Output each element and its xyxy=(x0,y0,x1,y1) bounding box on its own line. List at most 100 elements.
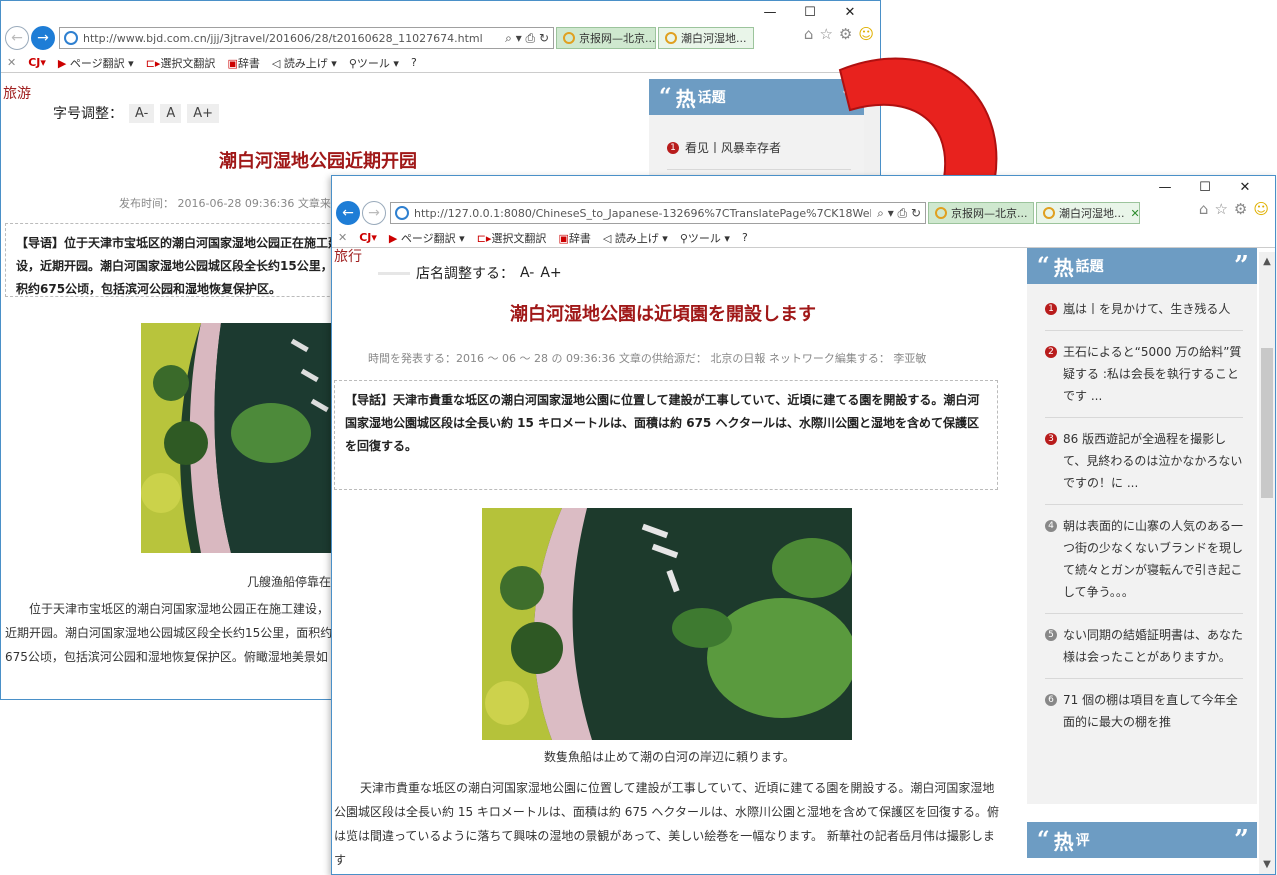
close-bar-icon[interactable]: ✕ xyxy=(338,231,347,244)
font-adjust-label: 字号调整： xyxy=(53,106,123,122)
section-tag[interactable]: 旅游 xyxy=(3,83,31,103)
address-bar[interactable]: http://www.bjd.com.cn/jjj/3jtravel/20160… xyxy=(59,27,554,49)
back-icon[interactable]: ← xyxy=(336,201,360,225)
read-aloud-button[interactable]: ◁ 読み上げ ▾ xyxy=(272,55,337,71)
font-adjust-label: 店名調整する： xyxy=(416,266,514,282)
translate-command-bar: ✕ CJ▾ ▶ ページ翻訳 ▾ ⊏▸選択文翻訳 ▣辞書 ◁ 読み上げ ▾ ⚲ツー… xyxy=(332,228,1275,248)
help-icon[interactable]: ? xyxy=(411,56,417,69)
gear-icon[interactable]: ⚙ xyxy=(1234,200,1247,218)
font-larger-button[interactable]: A+ xyxy=(187,103,220,123)
rank-badge: 5 xyxy=(1045,629,1057,641)
select-translate-button[interactable]: ⊏▸選択文翻訳 xyxy=(146,55,216,71)
hot-topics-header: “ 热 話題 ” xyxy=(1027,248,1257,284)
close-bar-icon[interactable]: ✕ xyxy=(7,56,16,69)
cj-logo-icon[interactable]: CJ▾ xyxy=(359,231,377,244)
font-adjust-spacer xyxy=(378,271,410,275)
close-icon[interactable]: ✕ xyxy=(830,5,870,20)
list-item[interactable]: 5 ない同期の結婚証明書は、あなた様は会ったことがありますか。 xyxy=(1045,614,1243,679)
scrollbar[interactable]: ▲ ▼ xyxy=(1259,252,1275,874)
dictionary-button[interactable]: ▣辞書 xyxy=(558,230,590,246)
translate-command-bar: ✕ CJ▾ ▶ ページ翻訳 ▾ ⊏▸選択文翻訳 ▣辞書 ◁ 読み上げ ▾ ⚲ツー… xyxy=(1,53,880,73)
read-aloud-button[interactable]: ◁ 読み上げ ▾ xyxy=(603,230,668,246)
cj-logo-icon[interactable]: CJ▾ xyxy=(28,56,46,69)
ie-icon xyxy=(563,32,575,44)
scroll-down-icon[interactable]: ▼ xyxy=(1259,859,1275,870)
hot-item-text[interactable]: ない同期の結婚証明書は、あなた様は会ったことがありますか。 xyxy=(1063,624,1243,668)
ie-icon xyxy=(935,207,947,219)
address-url[interactable]: http://www.bjd.com.cn/jjj/3jtravel/20160… xyxy=(83,32,499,45)
tab-chaobaihe[interactable]: 潮白河湿地... ✕ xyxy=(1036,202,1140,224)
home-icon[interactable]: ⌂ xyxy=(1199,200,1209,218)
maximize-icon[interactable]: ☐ xyxy=(1185,180,1225,195)
navigation-bar: ← → http://127.0.0.1:8080/ChineseS_to_Ja… xyxy=(332,198,1275,228)
list-item[interactable]: 4 朝は表面的に山寨の人気のある一つ街の少なくないブランドを現して続々とガンが寝… xyxy=(1045,505,1243,614)
minimize-icon[interactable]: — xyxy=(750,5,790,20)
help-icon[interactable]: ? xyxy=(742,231,748,244)
window-controls: — ☐ ✕ xyxy=(750,5,870,20)
maximize-icon[interactable]: ☐ xyxy=(790,5,830,20)
select-translate-button[interactable]: ⊏▸選択文翻訳 xyxy=(477,230,547,246)
aerial-wetland-image xyxy=(482,508,852,740)
article-meta: 時間を発表する：2016 ～ 06 ～ 28 の 09:36:36 文章の供給源… xyxy=(368,352,927,365)
page-translate-button[interactable]: ▶ ページ翻訳 ▾ xyxy=(389,230,465,246)
aerial-wetland-image xyxy=(141,323,337,553)
article-meta: 发布时间： 2016-06-28 09:36:36 文章来源 xyxy=(119,197,342,210)
article-lead: 【导話】天津市貴重な坻区の潮白河国家湿地公園に位置して建設が工事していて、近頃に… xyxy=(334,380,998,490)
hot-item-text[interactable]: 71 個の棚は項目を直して今年全面的に最大の棚を推 xyxy=(1063,689,1243,733)
list-item[interactable]: 6 71 個の棚は項目を直して今年全面的に最大の棚を推 xyxy=(1045,679,1243,743)
play-icon: ▶ xyxy=(388,231,398,245)
scrollbar-thumb[interactable] xyxy=(1261,348,1273,498)
address-tools-icon[interactable]: ⌕ ▾ ⎙ ↻ xyxy=(505,31,549,46)
address-bar[interactable]: http://127.0.0.1:8080/ChineseS_to_Japane… xyxy=(390,202,926,224)
tab-chaobaihe[interactable]: 潮白河湿地... ✕ xyxy=(658,27,754,49)
hot-item-text[interactable]: 嵐は丨を見かけて、生き残る人 xyxy=(1063,298,1230,320)
section-tag[interactable]: 旅行 xyxy=(334,246,362,266)
hot-reviews-header: “ 热 评 ” xyxy=(1027,822,1257,858)
tab-jingbao[interactable]: 京报网—北京... xyxy=(556,27,656,49)
smiley-icon[interactable]: ☺ xyxy=(1253,200,1269,218)
toolbar-icons: ⌂ ☆ ⚙ ☺ xyxy=(1199,200,1269,218)
minimize-icon[interactable]: — xyxy=(1145,180,1185,195)
tools-button[interactable]: ⚲ツール ▾ xyxy=(680,230,730,246)
hot-review-big: 热 xyxy=(1053,829,1074,854)
rank-badge: 2 xyxy=(1045,346,1057,358)
page-translate-button[interactable]: ▶ ページ翻訳 ▾ xyxy=(58,55,134,71)
tab-label: 潮白河湿地... xyxy=(1059,207,1125,220)
navigation-bar: ← → http://www.bjd.com.cn/jjj/3jtravel/2… xyxy=(1,23,880,53)
rank-badge: 3 xyxy=(1045,433,1057,445)
address-url[interactable]: http://127.0.0.1:8080/ChineseS_to_Japane… xyxy=(414,207,871,220)
speaker-icon: ◁ xyxy=(271,56,281,70)
forward-icon[interactable]: → xyxy=(362,201,386,225)
home-icon[interactable]: ⌂ xyxy=(804,25,814,43)
article-body: 天津市貴重な坻区の潮白河国家湿地公園に位置して建設が工事していて、近頃に建てる園… xyxy=(334,781,999,867)
list-item[interactable]: 1 嵐は丨を見かけて、生き残る人 xyxy=(1045,288,1243,331)
tab-jingbao[interactable]: 京报网—北京... xyxy=(928,202,1034,224)
tab-close-icon[interactable]: ✕ xyxy=(1131,207,1140,220)
close-icon[interactable]: ✕ xyxy=(1225,180,1265,195)
font-smaller-button[interactable]: A- xyxy=(129,103,155,123)
dictionary-label: 辞書 xyxy=(237,56,260,70)
scroll-up-icon[interactable]: ▲ xyxy=(1259,256,1275,267)
back-icon[interactable]: ← xyxy=(5,26,29,50)
hot-item-text[interactable]: 看见丨风暴幸存者 xyxy=(685,137,781,159)
rank-badge: 1 xyxy=(667,142,679,154)
open-quote-icon: “ xyxy=(659,84,672,110)
font-normal-button[interactable]: A xyxy=(160,103,182,123)
dictionary-button[interactable]: ▣辞書 xyxy=(227,55,259,71)
tab-close-icon[interactable]: ✕ xyxy=(753,32,754,45)
hot-item-text[interactable]: 86 版西遊記が全過程を撮影して、見終わるのは泣かなかろないですの！に ... xyxy=(1063,428,1243,494)
font-size-adjust: 字号调整： A- A A+ xyxy=(53,103,220,123)
forward-icon[interactable]: → xyxy=(31,26,55,50)
article-title: 潮白河湿地公園は近頃園を開設します xyxy=(510,304,816,325)
list-item[interactable]: 3 86 版西遊記が全過程を撮影して、見終わるのは泣かなかろないですの！に ..… xyxy=(1045,418,1243,505)
font-larger-button[interactable]: A+ xyxy=(540,265,561,281)
article-title: 潮白河湿地公园近期开园 xyxy=(219,151,417,172)
font-smaller-button[interactable]: A- xyxy=(520,265,534,281)
hot-item-text[interactable]: 朝は表面的に山寨の人気のある一つ街の少なくないブランドを現して続々とガンが寝転ん… xyxy=(1063,515,1243,603)
favorites-icon[interactable]: ☆ xyxy=(1214,200,1227,218)
tools-button[interactable]: ⚲ツール ▾ xyxy=(349,55,399,71)
hot-item-text[interactable]: 王石によると“5000 万の給料”質疑する :私は会長を執行することです ... xyxy=(1063,341,1243,407)
article-body: 位于天津市宝坻区的潮白河国家湿地公园正在施工建设，近期开园。潮白河国家湿地公园城… xyxy=(5,602,333,664)
list-item[interactable]: 2 王石によると“5000 万の給料”質疑する :私は会長を執行することです .… xyxy=(1045,331,1243,418)
address-tools-icon[interactable]: ⌕ ▾ ⎙ ↻ xyxy=(877,206,921,221)
